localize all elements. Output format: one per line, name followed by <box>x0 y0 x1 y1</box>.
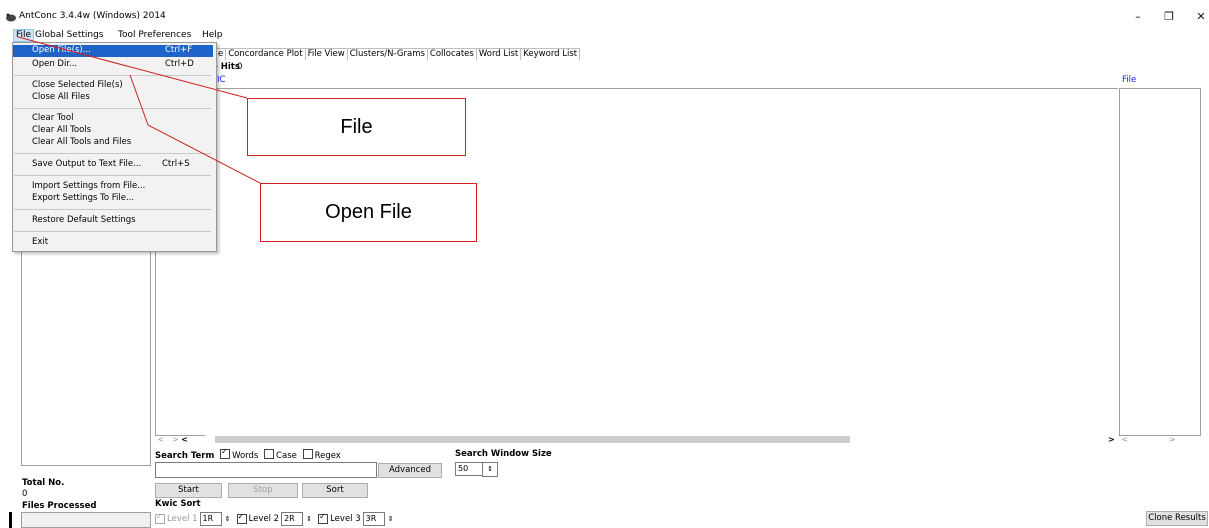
callout-file: File <box>247 98 466 156</box>
callout-lines <box>17 36 261 184</box>
callout-open-file: Open File <box>260 183 477 242</box>
